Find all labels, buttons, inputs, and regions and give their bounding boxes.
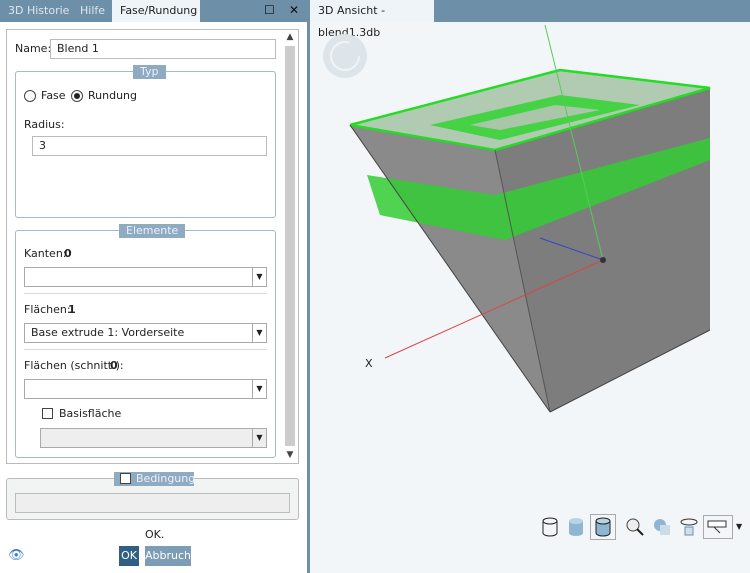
view-cube-icon — [323, 34, 367, 78]
elemente-legend: Elemente — [119, 224, 186, 238]
name-input[interactable]: Blend 1 — [50, 39, 276, 59]
kanten-count: 0 — [64, 247, 72, 260]
cancel-button[interactable]: Abbruch — [145, 546, 191, 566]
ok-button[interactable]: OK — [119, 546, 139, 566]
radius-label: Radius: — [24, 118, 65, 131]
form-panel: ▲ ▼ Name: Blend 1 Typ Fase Rundung Radiu… — [6, 29, 299, 464]
rundung-label: Rundung — [88, 89, 138, 102]
kanten-select[interactable]: ▼ — [24, 267, 267, 287]
basisflaeche-select[interactable]: ▼ — [40, 428, 267, 448]
flaechen-label: Flächen: — [24, 303, 71, 316]
origin — [600, 257, 606, 263]
close-icon[interactable]: ✕ — [289, 3, 299, 17]
flaechen-count: 1 — [68, 303, 76, 316]
eye-icon[interactable]: 👁 — [8, 548, 25, 563]
bedingung-checkbox[interactable] — [120, 473, 131, 484]
schnitt-select[interactable]: ▼ — [24, 379, 267, 399]
tab-3d-historie[interactable]: 3D Historie — [0, 0, 77, 22]
chevron-down-icon[interactable]: ▼ — [736, 522, 742, 531]
feature-panel: 3D Historie Hilfe Fase/Rundung ☐ ✕ ▲ ▼ N… — [0, 0, 307, 573]
divider — [24, 349, 267, 350]
tab-fase-rundung[interactable]: Fase/Rundung — [112, 0, 200, 22]
kanten-label: Kanten: — [24, 247, 67, 260]
status-text: OK. — [145, 528, 165, 541]
scroll-up-icon[interactable]: ▲ — [284, 32, 296, 42]
rotate-animation-icon[interactable] — [678, 516, 700, 538]
fase-label: Fase — [41, 89, 66, 102]
basisflaeche-checkbox[interactable] — [42, 408, 53, 419]
zoom-fit-icon[interactable] — [624, 516, 646, 538]
bedingung-input[interactable] — [15, 493, 290, 513]
schnitt-count: 0 — [110, 359, 118, 372]
shaded-view-icon[interactable] — [565, 516, 587, 538]
chevron-down-icon[interactable]: ▼ — [252, 380, 266, 398]
flaechen-select[interactable]: Base extrude 1: Vorderseite ▼ — [24, 323, 267, 343]
name-label: Name: — [15, 42, 52, 55]
chevron-down-icon[interactable]: ▼ — [252, 268, 266, 286]
x-axis-label: X — [365, 357, 373, 370]
selection-filter-icon[interactable] — [703, 515, 733, 539]
radius-input[interactable]: 3 — [32, 136, 267, 156]
schnitt-label: Flächen (schnitt.): — [24, 359, 124, 372]
shaded-edges-view-icon[interactable] — [590, 514, 616, 540]
elemente-group: Elemente Kanten: 0 ▼ Flächen: 1 Base ext… — [15, 224, 276, 458]
typ-legend: Typ — [133, 65, 166, 79]
chevron-down-icon[interactable]: ▼ — [252, 429, 266, 447]
scrollbar[interactable]: ▲ ▼ — [284, 32, 296, 462]
wireframe-view-icon[interactable] — [539, 516, 561, 538]
view-section-icon[interactable] — [651, 516, 673, 538]
viewport-canvas[interactable]: X — [310, 0, 750, 573]
flaechen-value: Base extrude 1: Vorderseite — [31, 326, 185, 339]
3d-view[interactable]: 3D Ansicht - blend1.3db X ▼ — [310, 0, 750, 573]
chevron-down-icon[interactable]: ▼ — [252, 324, 266, 342]
basisflaeche-label: Basisfläche — [59, 407, 122, 420]
typ-group: Typ Fase Rundung Radius: 3 — [15, 65, 276, 218]
divider — [24, 293, 267, 294]
bedingung-group: Bedingung — [6, 472, 299, 520]
scroll-down-icon[interactable]: ▼ — [284, 450, 296, 460]
tab-hilfe[interactable]: Hilfe — [72, 0, 113, 22]
fase-radio[interactable] — [24, 90, 36, 102]
maximize-icon[interactable]: ☐ — [264, 3, 275, 17]
scroll-track — [285, 46, 295, 446]
rundung-radio[interactable] — [71, 90, 83, 102]
panel-tabbar: 3D Historie Hilfe Fase/Rundung ☐ ✕ — [0, 0, 307, 22]
